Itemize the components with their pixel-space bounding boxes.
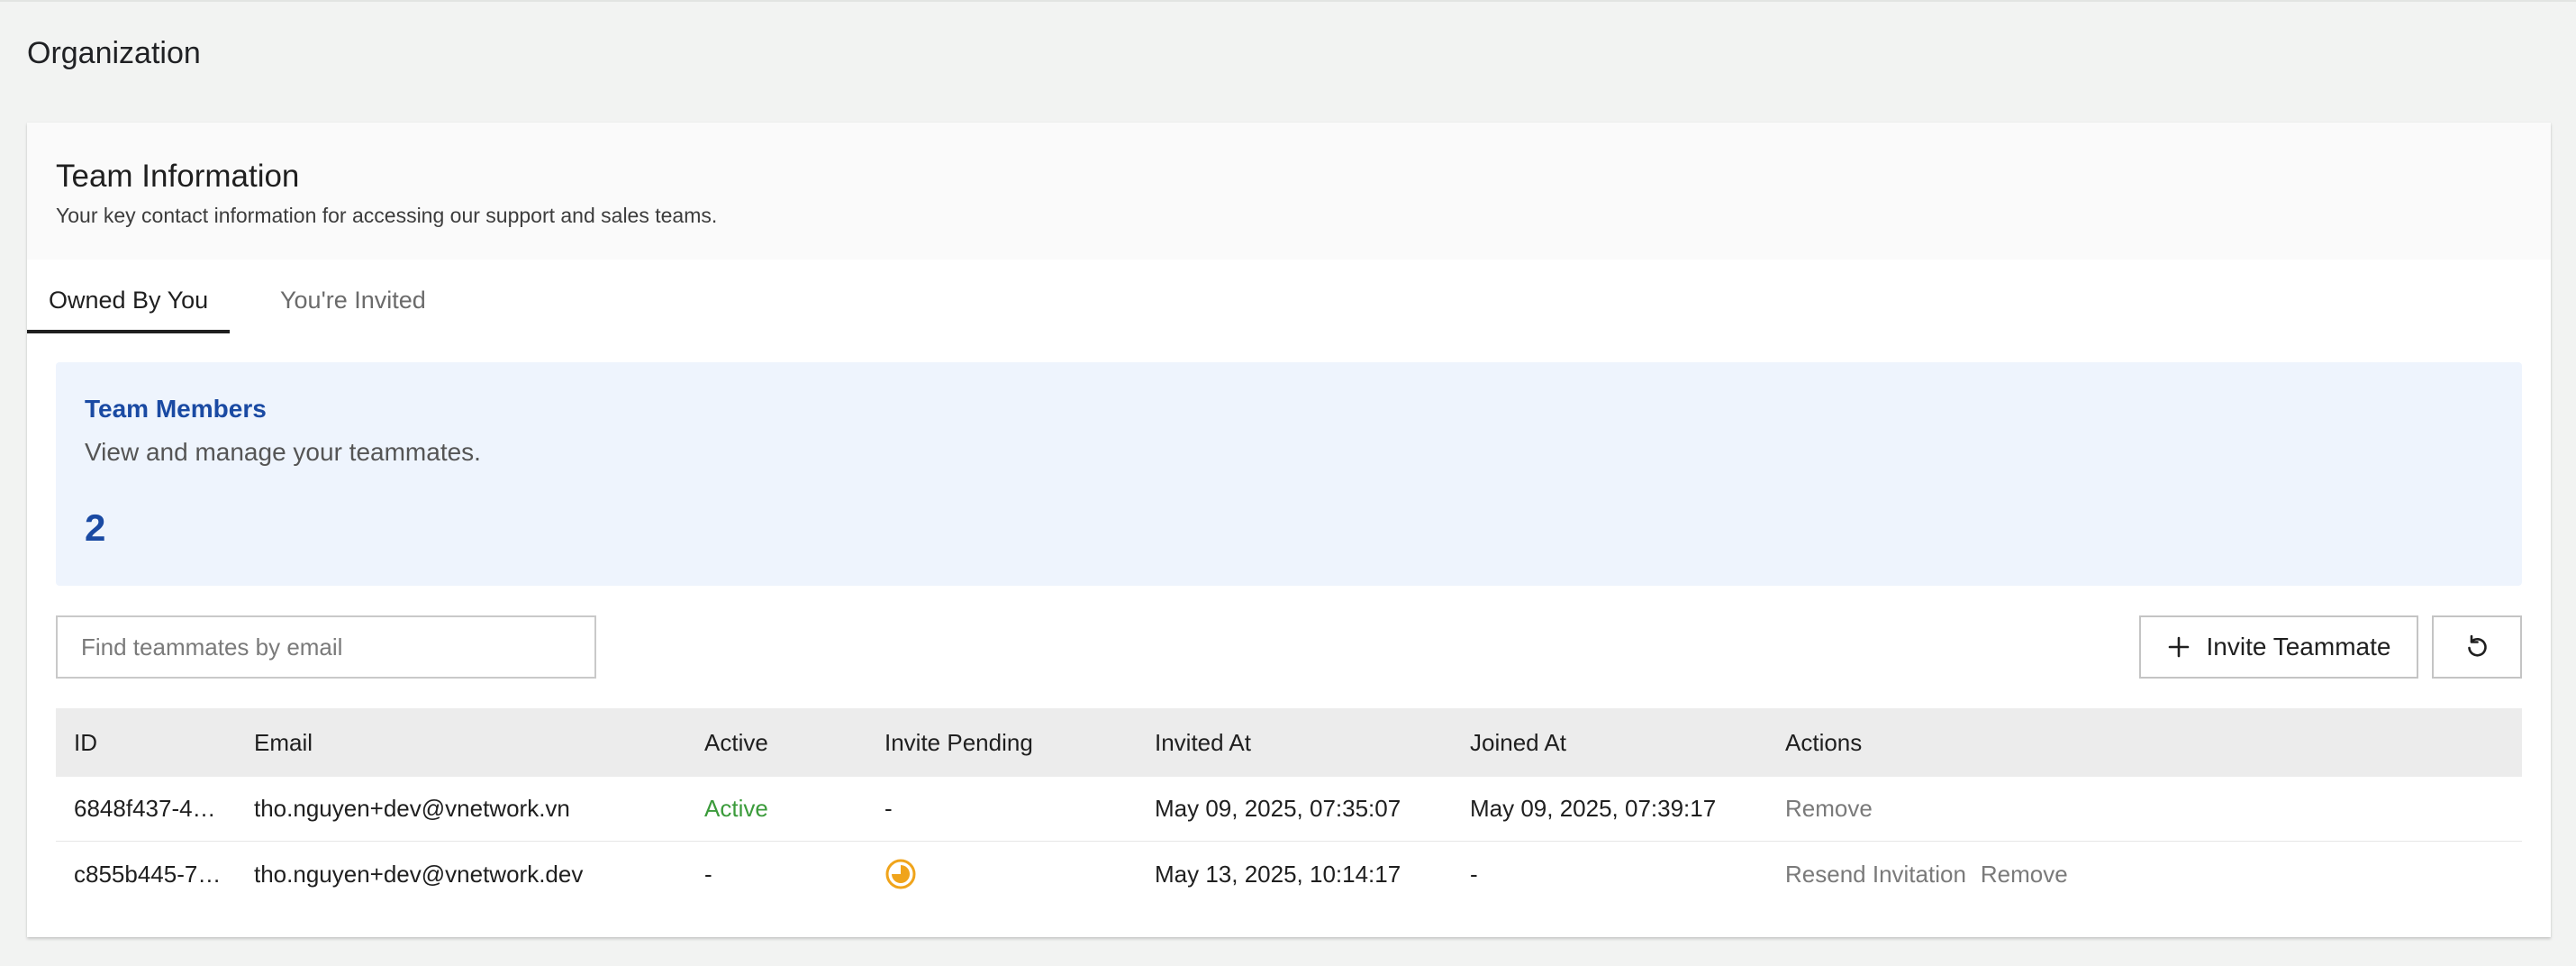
cell-joined-at: - <box>1470 860 1478 888</box>
invite-teammate-label: Invite Teammate <box>2206 633 2391 661</box>
team-members-title: Team Members <box>85 395 267 423</box>
team-members-count: 2 <box>85 506 106 549</box>
header-id: ID <box>74 728 97 756</box>
header-invite-pending: Invite Pending <box>884 728 1033 756</box>
tab-owned-by-you[interactable]: Owned By You <box>27 260 231 341</box>
header-invited-at: Invited At <box>1155 728 1251 756</box>
cell-invite-pending: - <box>884 795 893 822</box>
remove-button[interactable]: Remove <box>1785 795 1873 823</box>
cell-actions: Remove <box>1785 777 1873 841</box>
page-title: Organization <box>27 36 201 70</box>
table-row: 6848f437-4… tho.nguyen+dev@vnetwork.vn A… <box>56 777 2522 842</box>
header-active: Active <box>704 728 768 756</box>
pending-clock-icon <box>885 859 916 889</box>
cell-invited-at: May 09, 2025, 07:35:07 <box>1155 795 1401 822</box>
cell-invited-at: May 13, 2025, 10:14:17 <box>1155 860 1401 888</box>
header-actions: Actions <box>1785 728 1863 756</box>
top-divider <box>0 0 2576 2</box>
team-information-card: Team Information Your key contact inform… <box>27 123 2551 937</box>
card-title: Team Information <box>56 159 300 194</box>
refresh-icon <box>2468 634 2487 657</box>
resend-invitation-button[interactable]: Resend Invitation <box>1785 861 1966 889</box>
header-joined-at: Joined At <box>1470 728 1566 756</box>
table-header-row: ID Email Active Invite Pending Invited A… <box>56 708 2522 777</box>
team-members-summary: Team Members View and manage your teamma… <box>56 362 2522 586</box>
cell-invite-pending <box>884 842 917 907</box>
cell-id: 6848f437-4… <box>74 795 216 822</box>
cell-actions: Resend Invitation Remove <box>1785 842 2068 907</box>
team-members-description: View and manage your teammates. <box>85 438 481 466</box>
refresh-button[interactable] <box>2432 615 2522 679</box>
cell-email: tho.nguyen+dev@vnetwork.vn <box>254 795 570 822</box>
cell-email: tho.nguyen+dev@vnetwork.dev <box>254 860 584 888</box>
cell-active-status: Active <box>704 795 768 822</box>
team-members-table: ID Email Active Invite Pending Invited A… <box>56 708 2522 907</box>
card-header: Team Information Your key contact inform… <box>27 123 2551 260</box>
cell-joined-at: May 09, 2025, 07:39:17 <box>1470 795 1717 822</box>
tabs: Owned By You You're Invited <box>27 260 2551 341</box>
invite-teammate-button[interactable]: Invite Teammate <box>2139 615 2418 679</box>
tab-youre-invited[interactable]: You're Invited <box>259 260 448 341</box>
table-row: c855b445-7… tho.nguyen+dev@vnetwork.dev … <box>56 842 2522 907</box>
card-subtitle: Your key contact information for accessi… <box>56 204 718 227</box>
cell-id: c855b445-7… <box>74 860 222 888</box>
plus-icon <box>2168 636 2189 658</box>
cell-active-status: - <box>704 860 712 888</box>
header-email: Email <box>254 728 313 756</box>
search-input[interactable] <box>56 615 596 679</box>
remove-button[interactable]: Remove <box>1981 861 2068 889</box>
